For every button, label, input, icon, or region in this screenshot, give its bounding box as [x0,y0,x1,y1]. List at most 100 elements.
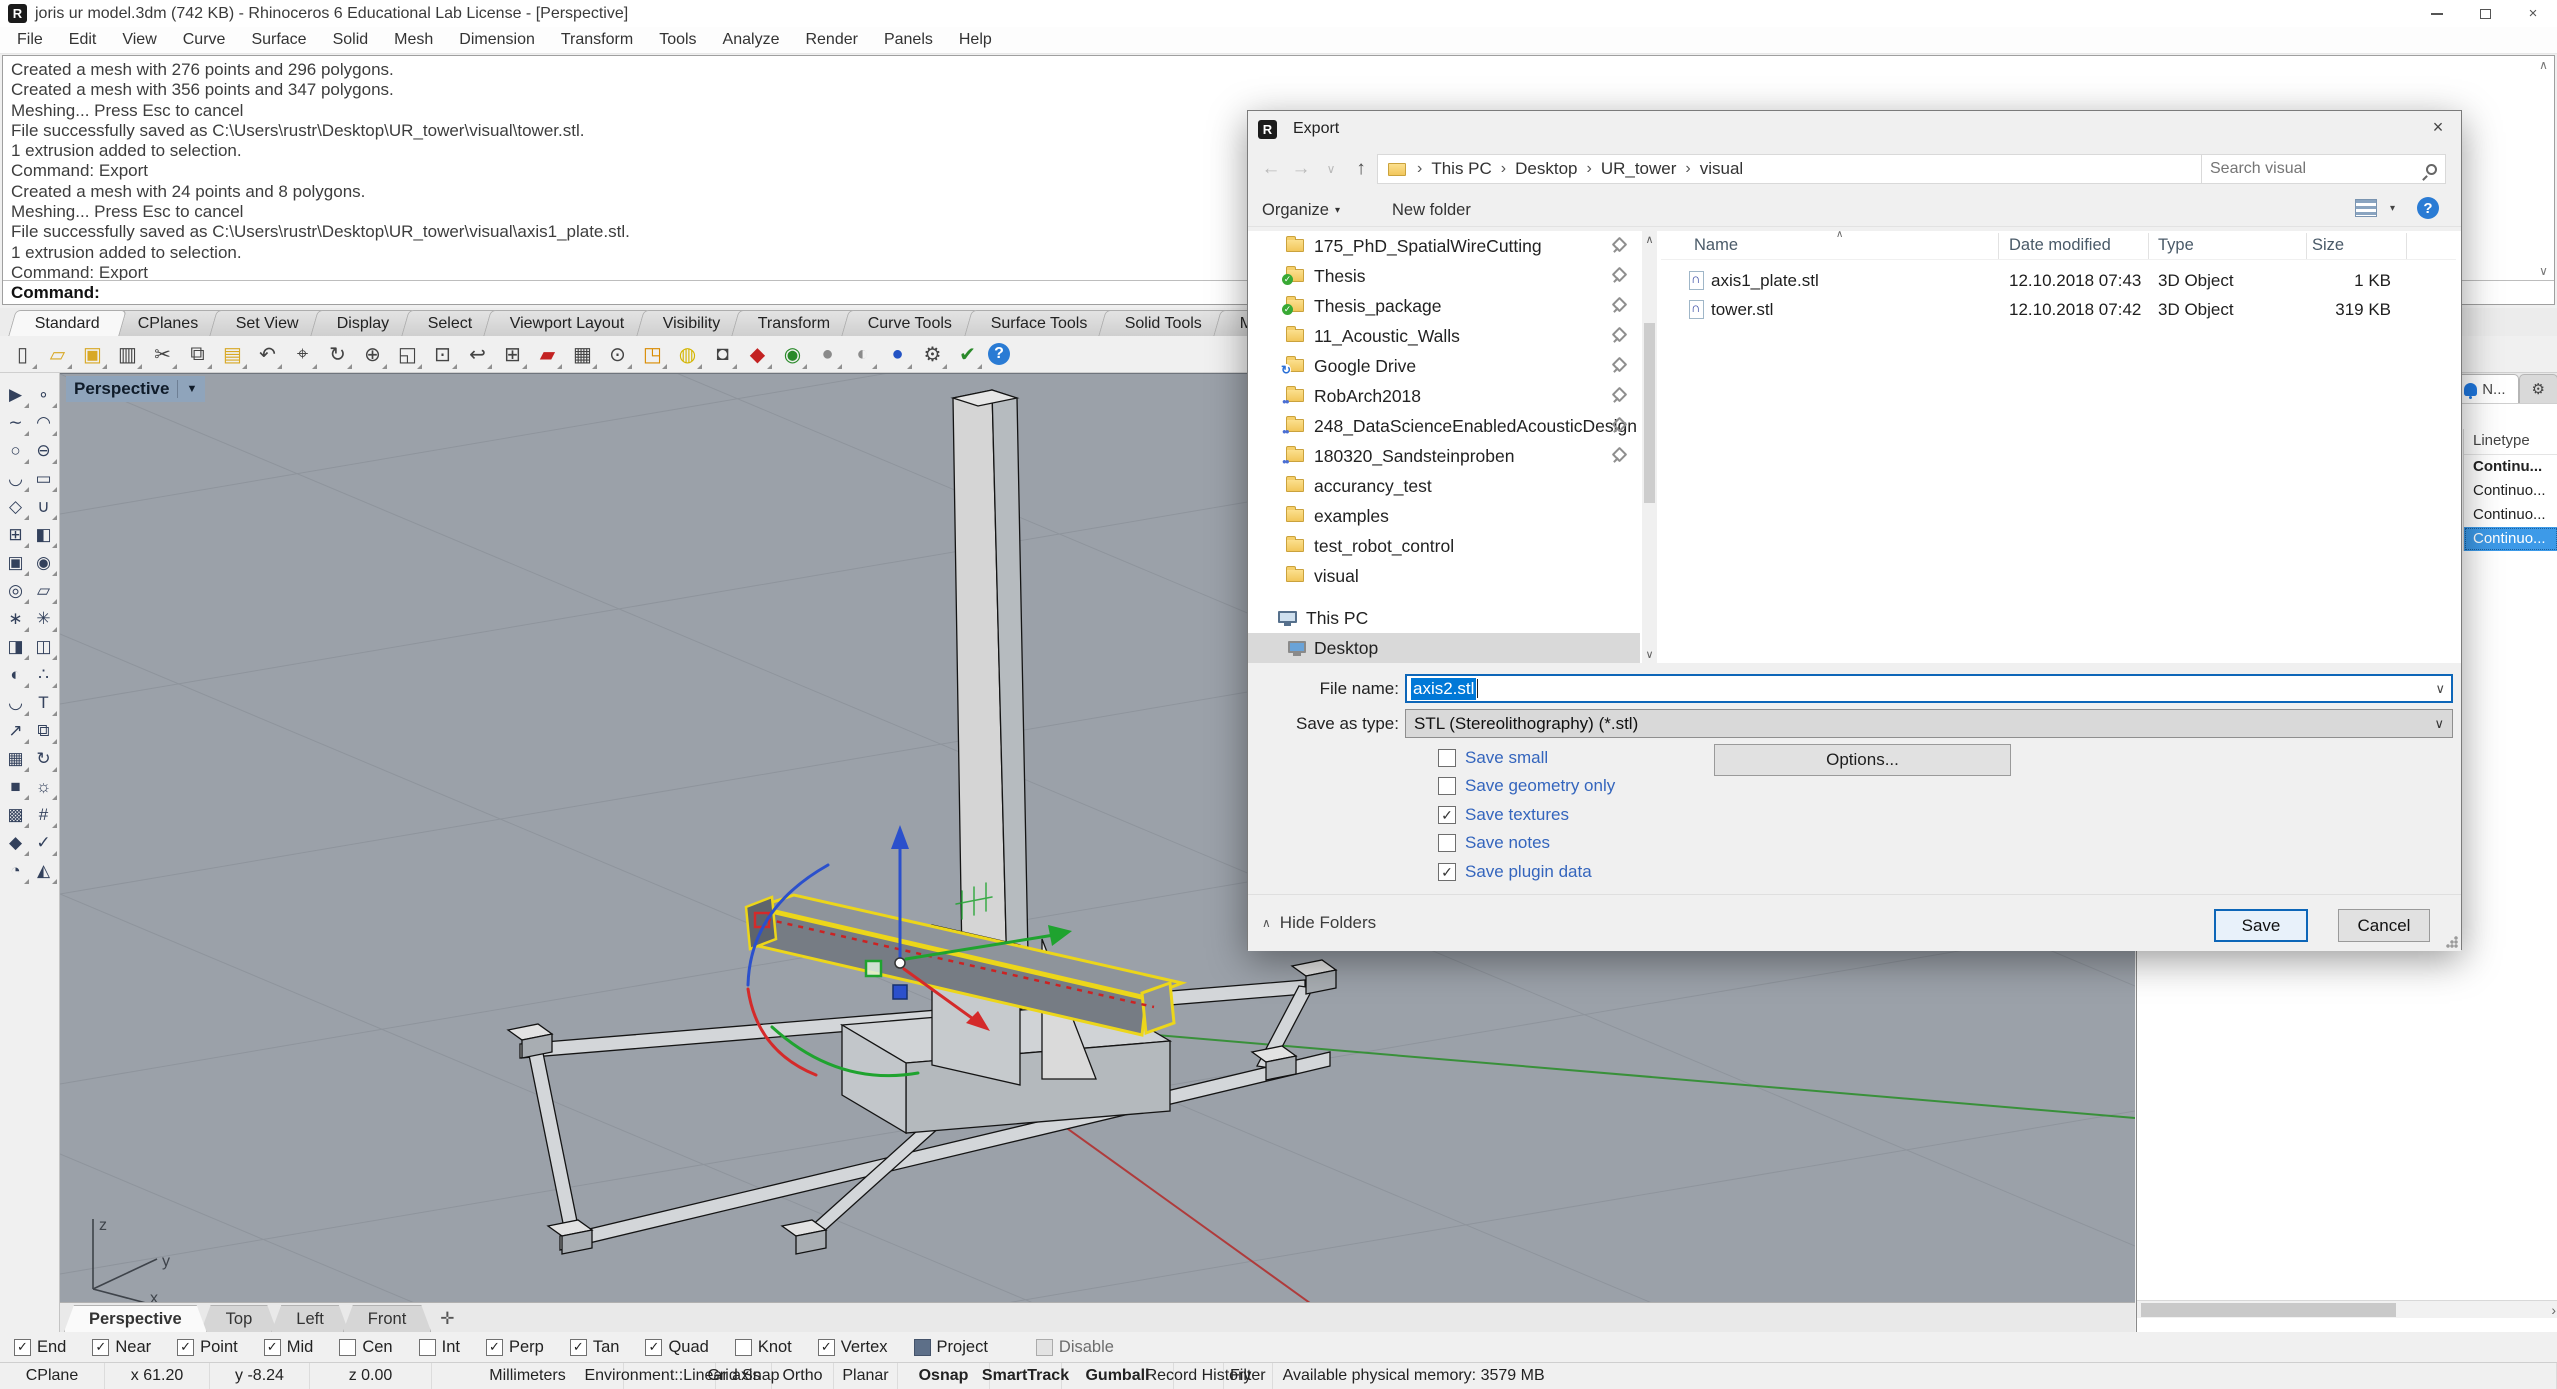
ellipse-icon[interactable]: ⊖ [30,437,58,465]
sidebar-folder-item[interactable]: Google Drive [1248,351,1640,381]
maximize-button[interactable] [2461,0,2509,27]
undo-view-icon[interactable]: ↩ [463,340,492,369]
print-icon[interactable]: ▥ [113,340,142,369]
sidebar-folder-item[interactable]: Thesis_package [1248,291,1640,321]
help-icon[interactable]: ? [2417,197,2439,219]
lock-icon[interactable]: ◘ [708,340,737,369]
control-point-curve-icon[interactable]: ◠ [30,409,58,437]
mesh-icon[interactable]: ◆ [2,829,30,857]
toolbar-tab[interactable]: CPlanes [111,310,225,336]
sidebar-item-desktop[interactable]: Desktop [1248,633,1640,663]
toolbar-tab[interactable]: Solid Tools [1099,310,1230,336]
menu-item[interactable]: Solid [320,27,382,53]
status-segment[interactable]: Record History [1174,1363,1224,1389]
file-row-tower[interactable]: tower.stl 12.10.2018 07:42 3D Object 319… [1661,296,2456,325]
toolbar-tab[interactable]: Viewport Layout [483,310,651,336]
panel-horizontal-scrollbar[interactable]: › [2137,1300,2557,1318]
select-cursor-icon[interactable]: ▶ [2,381,30,409]
osnap-toggle[interactable]: Vertex [818,1338,888,1357]
sidebar-folder-item[interactable]: examples [1248,501,1640,531]
breadcrumb-this-pc[interactable]: This PC [1429,159,1493,179]
save-plugin-data-checkbox[interactable]: Save plugin data [1438,861,1592,883]
undo-icon[interactable]: ↶ [253,340,282,369]
osnap-toggle[interactable]: Disable [1036,1338,1114,1357]
toolbar-tab[interactable]: Standard [8,310,126,336]
viewport-tab[interactable]: Perspective [64,1305,207,1332]
curve-blend-icon[interactable]: ∪ [30,493,58,521]
sidebar-folder-item[interactable]: 248_DataScienceEnabledAcousticDesign [1248,411,1640,441]
new-viewport-tab-button[interactable]: ✛ [425,1305,469,1332]
arc-icon[interactable]: ◡ [2,465,30,493]
toolbar-tab[interactable]: Display [311,310,417,336]
command-history-scrollbar[interactable]: ∧ ∨ [2535,58,2552,278]
point-cloud-icon[interactable]: ∴ [30,661,58,689]
scroll-right-icon[interactable]: › [2551,1302,2556,1318]
viewport-tab[interactable]: Front [343,1305,432,1332]
sidebar-folder-item[interactable]: visual [1248,561,1640,591]
object-snap-icon[interactable]: ◳ [638,340,667,369]
menu-item[interactable]: Edit [56,27,110,53]
scroll-up-icon[interactable]: ∧ [2539,58,2548,72]
view-mode-icon[interactable] [2355,199,2377,217]
sidebar-folder-item[interactable]: 11_Acoustic_Walls [1248,321,1640,351]
osnap-toggle[interactable]: Perp [486,1338,544,1357]
sidebar-item-this-pc[interactable]: This PC [1248,603,1640,633]
help-icon[interactable]: ? [988,343,1010,365]
plane-icon[interactable]: ▱ [30,577,58,605]
status-segment[interactable]: Osnap [898,1363,990,1389]
polygon-icon[interactable]: ◇ [2,493,30,521]
sidebar-folder-item[interactable]: RobArch2018 [1248,381,1640,411]
menu-item[interactable]: Help [946,27,1005,53]
toolbar-tab[interactable]: Visibility [636,310,747,336]
chevron-down-icon[interactable]: ∨ [2435,681,2445,697]
status-segment[interactable]: Environment::Linear axis [624,1363,716,1389]
array-icon[interactable]: ▦ [2,745,30,773]
osnap-toggle[interactable]: Point [177,1338,238,1357]
block-icon[interactable]: # [30,801,58,829]
new-file-icon[interactable]: ▯ [8,340,37,369]
scroll-down-icon[interactable]: ∨ [2539,264,2548,278]
cancel-button[interactable]: Cancel [2338,909,2430,942]
search-box[interactable] [2201,154,2446,184]
save-notes-checkbox[interactable]: Save notes [1438,832,1550,854]
lamp-icon[interactable]: ◍ [673,340,702,369]
up-icon[interactable]: ↑ [1346,154,1376,184]
xray-mode-icon[interactable]: ◐ [848,340,877,369]
toolbar-tab[interactable]: Transform [731,310,857,336]
save-small-checkbox[interactable]: Save small [1438,747,1548,769]
rock-icon[interactable]: ◔ [2,857,30,885]
column-header-type[interactable]: Type [2158,236,2194,255]
rotate-view-icon[interactable]: ↻ [323,340,352,369]
history-dropdown-icon[interactable]: ∨ [1316,154,1346,184]
resize-grip[interactable] [2446,936,2458,948]
curve-icon[interactable]: ∼ [2,409,30,437]
linetype-cell[interactable]: Continuo... [2464,479,2557,503]
save-file-icon[interactable]: ▣ [78,340,107,369]
save-button[interactable]: Save [2214,909,2308,942]
cut-icon[interactable]: ✂ [148,340,177,369]
solid-tools-icon[interactable]: ■ [2,773,30,801]
toolbar-tab[interactable]: Set View [210,310,326,336]
search-icon[interactable] [2426,164,2437,175]
dialog-close-button[interactable]: × [2415,111,2461,143]
sphere-icon[interactable]: ◉ [30,549,58,577]
viewport-layout-icon[interactable]: ⊞ [498,340,527,369]
osnap-toggle[interactable]: Project [914,1338,988,1357]
history-icon[interactable]: ✔ [953,340,982,369]
gear-icon[interactable]: ⚙ [918,340,947,369]
text-icon[interactable]: T [30,689,58,717]
linetype-cell[interactable]: Continuo... [2464,503,2557,527]
file-name-input[interactable]: axis2.stl ∨ [1405,674,2453,703]
menu-item[interactable]: Curve [170,27,239,53]
search-input[interactable] [2210,160,2420,178]
scroll-up-icon[interactable]: ∧ [1642,233,1657,246]
cplane-icon[interactable]: ⊙ [603,340,632,369]
hide-folders-button[interactable]: ∧ Hide Folders [1262,913,1376,933]
scrollbar-thumb[interactable] [1644,323,1655,503]
raytrace-mode-icon[interactable]: ● [883,340,912,369]
close-button[interactable]: × [2509,0,2557,27]
status-segment[interactable]: Filter [1224,1363,1273,1389]
scrollbar-thumb[interactable] [2141,1303,2396,1317]
torus-icon[interactable]: ◎ [2,577,30,605]
hatch-icon[interactable]: ▩ [2,801,30,829]
